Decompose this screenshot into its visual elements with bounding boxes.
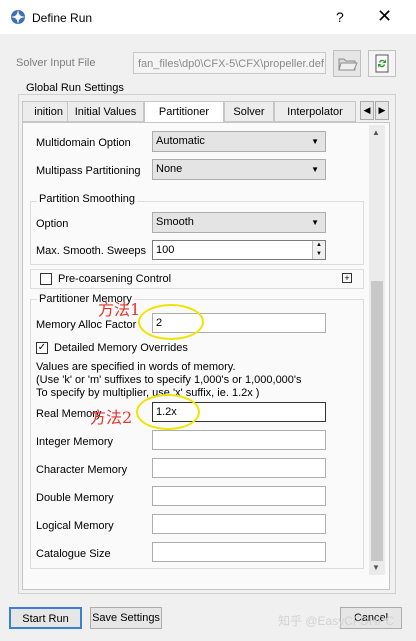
tab-bar: inition Initial Values Partitioner Solve… — [22, 101, 378, 123]
watermark: 知乎 @EasyCFDHPC — [278, 614, 395, 628]
start-run-button[interactable]: Start Run — [9, 607, 82, 629]
multipass-partitioning-label: Multipass Partitioning — [36, 165, 141, 177]
double-memory-input[interactable] — [152, 486, 326, 506]
double-memory-label: Double Memory — [36, 492, 114, 504]
vertical-scrollbar[interactable]: ▲ ▼ — [369, 125, 385, 575]
help-button[interactable]: ? — [336, 9, 344, 25]
multidomain-option-value: Automatic — [156, 135, 205, 147]
pre-coarsening-label: Pre-coarsening Control — [58, 273, 172, 285]
highlight-ellipse-2 — [136, 394, 200, 430]
smoothing-option-label: Option — [36, 218, 69, 230]
logical-memory-input[interactable] — [152, 514, 326, 534]
catalogue-size-input[interactable] — [152, 542, 326, 562]
global-run-settings-title: Global Run Settings — [26, 82, 124, 94]
browse-folder-button[interactable] — [333, 50, 361, 77]
tab-scroll-right-button[interactable]: ▶ — [375, 101, 389, 120]
folder-icon — [338, 58, 358, 71]
detailed-memory-overrides-checkbox[interactable]: ✓ — [36, 342, 48, 354]
memory-info-line-1: Values are specified in words of memory. — [36, 361, 236, 373]
multidomain-option-select[interactable]: Automatic ▼ — [152, 131, 326, 152]
chevron-down-icon: ▼ — [311, 165, 319, 174]
tab-partitioner[interactable]: Partitioner — [144, 101, 224, 123]
chevron-down-icon: ▼ — [311, 137, 319, 146]
logical-memory-label: Logical Memory — [36, 520, 114, 532]
annotation-method-2: 方法2 — [90, 408, 133, 427]
window-title: Define Run — [32, 11, 93, 25]
tab-scroll-left-button[interactable]: ◀ — [360, 101, 374, 120]
pre-coarsening-checkbox[interactable] — [40, 273, 52, 285]
character-memory-input[interactable] — [152, 458, 326, 478]
reload-icon — [375, 54, 389, 73]
multipass-partitioning-select[interactable]: None ▼ — [152, 159, 326, 180]
smoothing-option-value: Smooth — [156, 216, 194, 228]
tab-initial-values[interactable]: Initial Values — [67, 101, 144, 122]
scroll-up-icon[interactable]: ▲ — [372, 128, 380, 137]
spin-down-icon[interactable]: ▼ — [312, 250, 325, 259]
tab-solver[interactable]: Solver — [224, 101, 274, 122]
integer-memory-input[interactable] — [152, 430, 326, 450]
integer-memory-label: Integer Memory — [36, 436, 114, 448]
close-button[interactable]: ✕ — [377, 6, 392, 27]
character-memory-label: Character Memory — [36, 464, 128, 476]
scrollbar-thumb[interactable] — [371, 281, 383, 561]
memory-info-line-2: (Use 'k' or 'm' suffixes to specify 1,00… — [36, 374, 302, 386]
chevron-down-icon: ▼ — [311, 218, 319, 227]
scroll-down-icon[interactable]: ▼ — [372, 563, 380, 572]
smoothing-option-select[interactable]: Smooth ▼ — [152, 212, 326, 233]
solver-input-label: Solver Input File — [16, 57, 96, 69]
tab-initialisation[interactable]: inition — [22, 101, 68, 122]
max-smooth-sweeps-label: Max. Smooth. Sweeps — [36, 245, 147, 257]
expand-icon[interactable]: + — [342, 273, 352, 283]
title-bar: Define Run ? ✕ — [0, 0, 416, 34]
solver-input-field[interactable]: fan_files\dp0\CFX-5\CFX\propeller.def — [133, 52, 326, 74]
tab-interpolator[interactable]: Interpolator — [274, 101, 356, 122]
detailed-memory-overrides-label: Detailed Memory Overrides — [54, 342, 188, 354]
catalogue-size-label: Catalogue Size — [36, 548, 111, 560]
memory-alloc-factor-label: Memory Alloc Factor — [36, 319, 137, 331]
app-icon — [11, 10, 25, 24]
save-settings-button[interactable]: Save Settings — [90, 607, 162, 629]
annotation-method-1: 方法1 — [98, 300, 141, 319]
spin-up-icon[interactable]: ▲ — [312, 241, 325, 250]
max-smooth-sweeps-value: 100 — [156, 244, 175, 256]
max-smooth-sweeps-spinbox[interactable]: 100 ▲ ▼ — [152, 240, 326, 260]
partition-smoothing-title: Partition Smoothing — [37, 193, 137, 205]
multidomain-option-label: Multidomain Option — [36, 137, 131, 149]
multipass-partitioning-value: None — [156, 163, 183, 175]
highlight-ellipse-1 — [138, 304, 204, 340]
reload-button[interactable] — [368, 50, 396, 77]
